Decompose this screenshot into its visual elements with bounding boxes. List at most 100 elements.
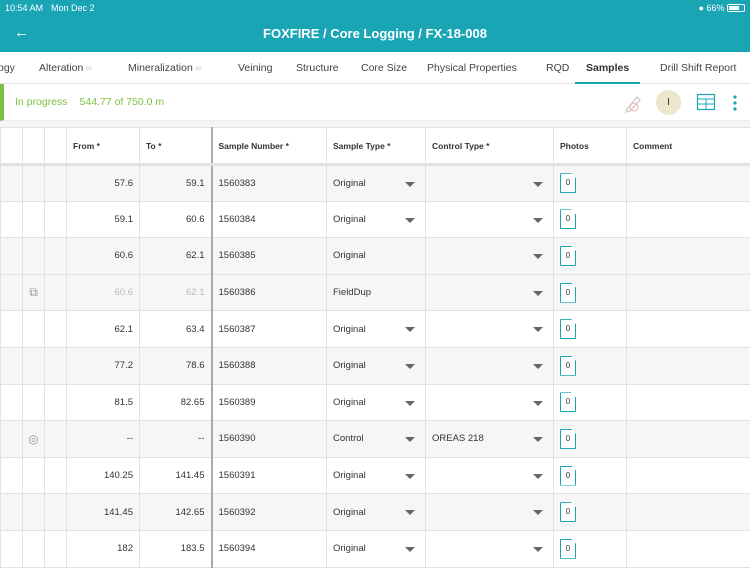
comment-cell[interactable] [627, 457, 750, 494]
sample-number-cell[interactable]: 1560389 [212, 384, 327, 421]
more-options-icon[interactable] [731, 93, 739, 113]
sample-number-cell[interactable]: 1560386 [212, 274, 327, 311]
from-cell[interactable]: 81.5 [67, 384, 140, 421]
sample-type-dropdown[interactable]: Control [327, 421, 426, 458]
photo-document-icon[interactable]: 0 [560, 319, 576, 339]
to-cell[interactable]: 142.65 [140, 494, 212, 531]
header-photos[interactable]: Photos [554, 128, 627, 165]
control-type-dropdown[interactable] [426, 201, 554, 238]
edit-pen-icon[interactable] [623, 93, 643, 113]
tab-physical-properties[interactable]: Physical Properties [427, 52, 517, 84]
from-cell[interactable]: 57.6 [67, 165, 140, 202]
control-type-dropdown[interactable] [426, 457, 554, 494]
tab-core-size[interactable]: Core Size [361, 52, 407, 84]
header-comment[interactable]: Comment [627, 128, 750, 165]
tab-structure[interactable]: Structure [296, 52, 339, 84]
to-cell[interactable]: 82.65 [140, 384, 212, 421]
control-type-dropdown[interactable] [426, 311, 554, 348]
table-row[interactable]: 59.1 60.6 1560384 Original 0 [1, 201, 750, 238]
table-row[interactable]: 60.6 62.1 1560385 Original 0 [1, 238, 750, 275]
comment-cell[interactable] [627, 274, 750, 311]
sample-type-dropdown[interactable]: FieldDup [327, 274, 426, 311]
header-to[interactable]: To * [140, 128, 212, 165]
comment-cell[interactable] [627, 311, 750, 348]
sample-number-cell[interactable]: 1560392 [212, 494, 327, 531]
control-type-dropdown[interactable] [426, 238, 554, 275]
to-cell[interactable]: 62.1 [140, 238, 212, 275]
comment-cell[interactable] [627, 347, 750, 384]
header-from[interactable]: From * [67, 128, 140, 165]
tab-alteration[interactable]: Alteration ∞ [39, 52, 92, 84]
sample-type-dropdown[interactable]: Original [327, 347, 426, 384]
photo-document-icon[interactable]: 0 [560, 173, 576, 193]
table-row[interactable]: 81.5 82.65 1560389 Original 0 [1, 384, 750, 421]
sample-number-cell[interactable]: 1560388 [212, 347, 327, 384]
sample-type-dropdown[interactable]: Original [327, 165, 426, 202]
from-cell[interactable]: 77.2 [67, 347, 140, 384]
tab-drill-shift-report[interactable]: Drill Shift Report [660, 52, 736, 84]
comment-cell[interactable] [627, 384, 750, 421]
from-cell[interactable]: 59.1 [67, 201, 140, 238]
sample-number-cell[interactable]: 1560390 [212, 421, 327, 458]
control-type-dropdown[interactable] [426, 494, 554, 531]
tab-ogy[interactable]: ogy [0, 52, 15, 84]
sample-type-dropdown[interactable]: Original [327, 311, 426, 348]
from-cell[interactable]: 141.45 [67, 494, 140, 531]
control-type-dropdown[interactable]: OREAS 218 [426, 421, 554, 458]
to-cell[interactable]: -- [140, 421, 212, 458]
tab-mineralization[interactable]: Mineralization ∞ [128, 52, 202, 84]
from-cell[interactable]: -- [67, 421, 140, 458]
table-row[interactable]: 57.6 59.1 1560383 Original 0 [1, 165, 750, 202]
photo-document-icon[interactable]: 0 [560, 392, 576, 412]
sample-number-cell[interactable]: 1560383 [212, 165, 327, 202]
sample-type-dropdown[interactable]: Original [327, 384, 426, 421]
sample-number-cell[interactable]: 1560387 [212, 311, 327, 348]
control-type-dropdown[interactable] [426, 384, 554, 421]
photo-document-icon[interactable]: 0 [560, 502, 576, 522]
tab-veining[interactable]: Veining [238, 52, 272, 84]
table-row[interactable]: 62.1 63.4 1560387 Original 0 [1, 311, 750, 348]
to-cell[interactable]: 141.45 [140, 457, 212, 494]
sample-type-dropdown[interactable]: Original [327, 201, 426, 238]
to-cell[interactable]: 63.4 [140, 311, 212, 348]
photo-document-icon[interactable]: 0 [560, 283, 576, 303]
sample-number-cell[interactable]: 1560391 [212, 457, 327, 494]
control-type-dropdown[interactable] [426, 165, 554, 202]
sample-number-cell[interactable]: 1560385 [212, 238, 327, 275]
photo-document-icon[interactable]: 0 [560, 246, 576, 266]
from-cell[interactable]: 60.6 [67, 238, 140, 275]
to-cell[interactable]: 60.6 [140, 201, 212, 238]
to-cell[interactable]: 59.1 [140, 165, 212, 202]
comment-cell[interactable] [627, 421, 750, 458]
table-row[interactable]: 141.45 142.65 1560392 Original 0 [1, 494, 750, 531]
user-avatar[interactable]: I [656, 90, 681, 115]
comment-cell[interactable] [627, 201, 750, 238]
control-type-dropdown[interactable] [426, 347, 554, 384]
header-sample-type[interactable]: Sample Type * [327, 128, 426, 165]
to-cell[interactable]: 78.6 [140, 347, 212, 384]
sample-type-dropdown[interactable]: Original [327, 457, 426, 494]
table-row[interactable]: ⧉ 60.6 62.1 1560386 FieldDup 0 [1, 274, 750, 311]
from-cell[interactable]: 140.25 [67, 457, 140, 494]
sample-number-cell[interactable]: 1560384 [212, 201, 327, 238]
table-grid-icon[interactable] [696, 92, 716, 112]
comment-cell[interactable] [627, 494, 750, 531]
header-sample-number[interactable]: Sample Number * [212, 128, 327, 165]
control-type-dropdown[interactable] [426, 274, 554, 311]
header-control-type[interactable]: Control Type * [426, 128, 554, 165]
table-row[interactable]: 140.25 141.45 1560391 Original 0 [1, 457, 750, 494]
photo-document-icon[interactable]: 0 [560, 356, 576, 376]
photo-document-icon[interactable]: 0 [560, 209, 576, 229]
comment-cell[interactable] [627, 238, 750, 275]
sample-type-dropdown[interactable]: Original [327, 238, 426, 275]
table-row[interactable]: 77.2 78.6 1560388 Original 0 [1, 347, 750, 384]
photo-document-icon[interactable]: 0 [560, 466, 576, 486]
comment-cell[interactable] [627, 165, 750, 202]
from-cell[interactable]: 62.1 [67, 311, 140, 348]
tab-rqd[interactable]: RQD [546, 52, 569, 84]
photo-document-icon[interactable]: 0 [560, 539, 576, 559]
back-arrow-icon[interactable]: ← [14, 24, 29, 41]
to-cell[interactable]: 62.1 [140, 274, 212, 311]
table-row[interactable]: ◎ -- -- 1560390 Control OREAS 218 0 [1, 421, 750, 458]
sample-type-dropdown[interactable]: Original [327, 494, 426, 531]
